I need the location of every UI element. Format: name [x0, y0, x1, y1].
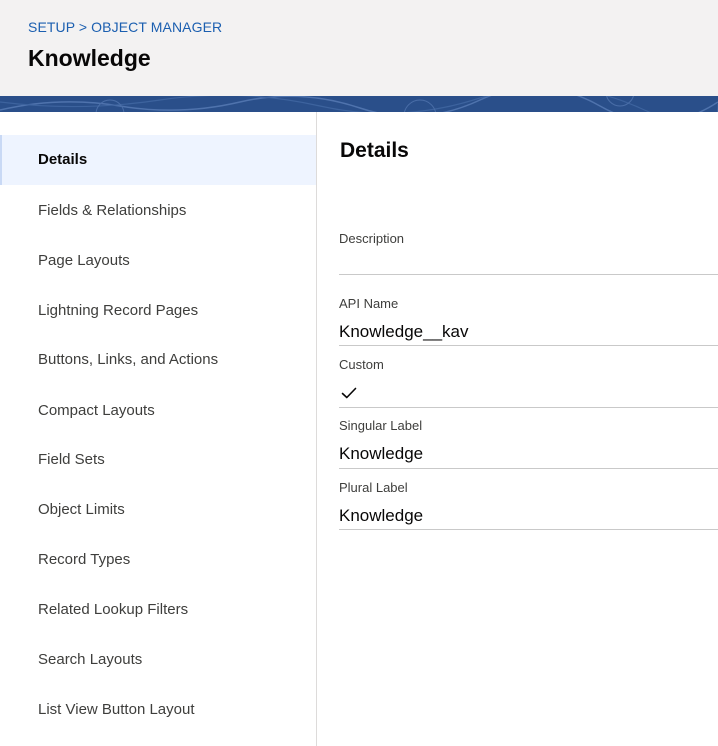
plural-label-value: Knowledge: [339, 506, 424, 525]
sidebar-item-object-limits[interactable]: Object Limits: [0, 485, 316, 535]
sidebar-item-list-view-button-layout[interactable]: List View Button Layout: [0, 685, 316, 735]
sidebar-item-compact-layouts[interactable]: Compact Layouts: [0, 386, 316, 436]
sidebar-item-page-layouts[interactable]: Page Layouts: [0, 236, 316, 286]
sidebar-item-fields-relationships[interactable]: Fields & Relationships: [0, 186, 316, 236]
check-icon: [341, 386, 357, 404]
singular-label-value: Knowledge: [339, 444, 424, 463]
sidebar-item-details[interactable]: Details: [0, 135, 316, 185]
sidebar-item-buttons-links-actions[interactable]: Buttons, Links, and Actions: [0, 335, 316, 385]
description-field: Description: [339, 222, 718, 275]
details-title: Details: [340, 139, 409, 162]
plural-label-label: Plural Label: [339, 480, 408, 495]
custom-label: Custom: [339, 357, 384, 372]
singular-label-field: Singular Label Knowledge: [339, 414, 718, 469]
sidebar-item-field-sets[interactable]: Field Sets: [0, 435, 316, 485]
sidebar-item-search-layouts[interactable]: Search Layouts: [0, 635, 316, 685]
api-name-label: API Name: [339, 296, 399, 311]
sidebar-item-record-types[interactable]: Record Types: [0, 535, 316, 585]
description-label: Description: [339, 231, 405, 246]
sidebar-item-related-lookup-filters[interactable]: Related Lookup Filters: [0, 585, 316, 635]
object-manager-sidebar: Details Fields & Relationships Page Layo…: [0, 112, 317, 746]
breadcrumb[interactable]: SETUP > OBJECT MANAGER: [28, 19, 222, 35]
details-panel: Details Description API Name Knowledge__…: [317, 112, 718, 746]
header-banner-decoration: [0, 96, 718, 112]
page-header: SETUP > OBJECT MANAGER Knowledge: [0, 0, 718, 97]
plural-label-field: Plural Label Knowledge: [339, 476, 718, 530]
custom-field: Custom: [339, 353, 718, 408]
api-name-field: API Name Knowledge__kav: [339, 292, 718, 346]
api-name-value: Knowledge__kav: [339, 322, 469, 341]
singular-label-label: Singular Label: [339, 418, 423, 433]
sidebar-item-lightning-record-pages[interactable]: Lightning Record Pages: [0, 286, 316, 336]
page-title: Knowledge: [28, 45, 151, 71]
